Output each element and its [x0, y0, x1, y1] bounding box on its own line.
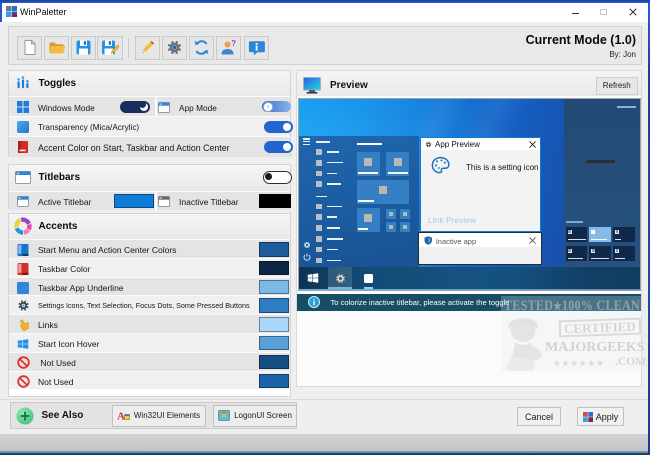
svg-text:A: A [117, 411, 125, 423]
svg-text:?: ? [232, 39, 237, 48]
